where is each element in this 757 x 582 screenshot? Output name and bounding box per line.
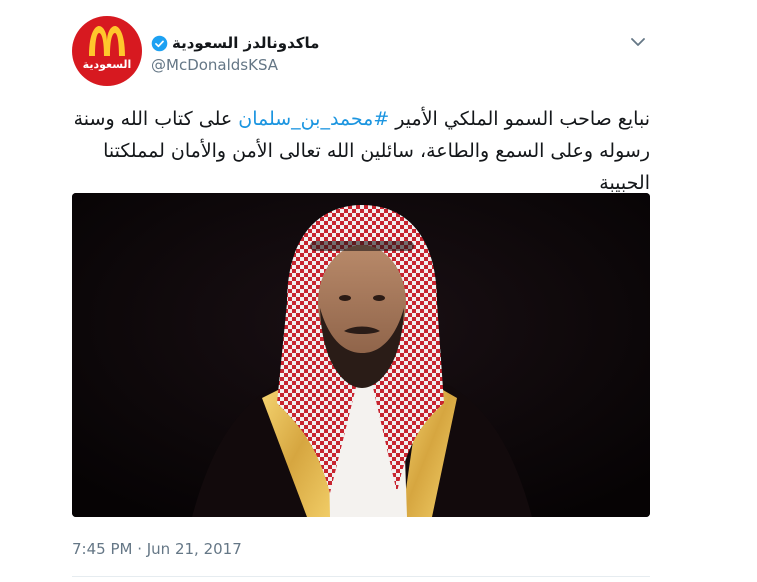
hashtag-link[interactable]: #محمد_بن_سلمان <box>238 108 389 130</box>
author-handle[interactable]: @McDonaldsKSA <box>151 56 278 74</box>
golden-arches-logo <box>89 26 125 56</box>
tweet-photo[interactable] <box>72 193 650 517</box>
tweet: السعودية ماكدونالدز السعودية @McDonaldsK… <box>0 0 757 582</box>
author-name-row[interactable]: ماكدونالدز السعودية <box>151 34 319 52</box>
tweet-text: نبايع صاحب السمو الملكي الأمير #محمد_بن_… <box>72 103 650 199</box>
verified-icon <box>151 35 168 51</box>
tweet-timestamp[interactable]: 7:45 PM · Jun 21, 2017 <box>72 540 242 558</box>
chevron-down-icon[interactable] <box>630 34 646 50</box>
avatar-label: السعودية <box>82 58 132 71</box>
portrait-image <box>72 193 650 517</box>
author-display-name[interactable]: ماكدونالدز السعودية <box>172 34 319 52</box>
avatar[interactable]: السعودية <box>72 16 142 86</box>
tweet-text-part1: نبايع صاحب السمو الملكي الأمير <box>389 108 650 130</box>
divider <box>72 576 650 577</box>
